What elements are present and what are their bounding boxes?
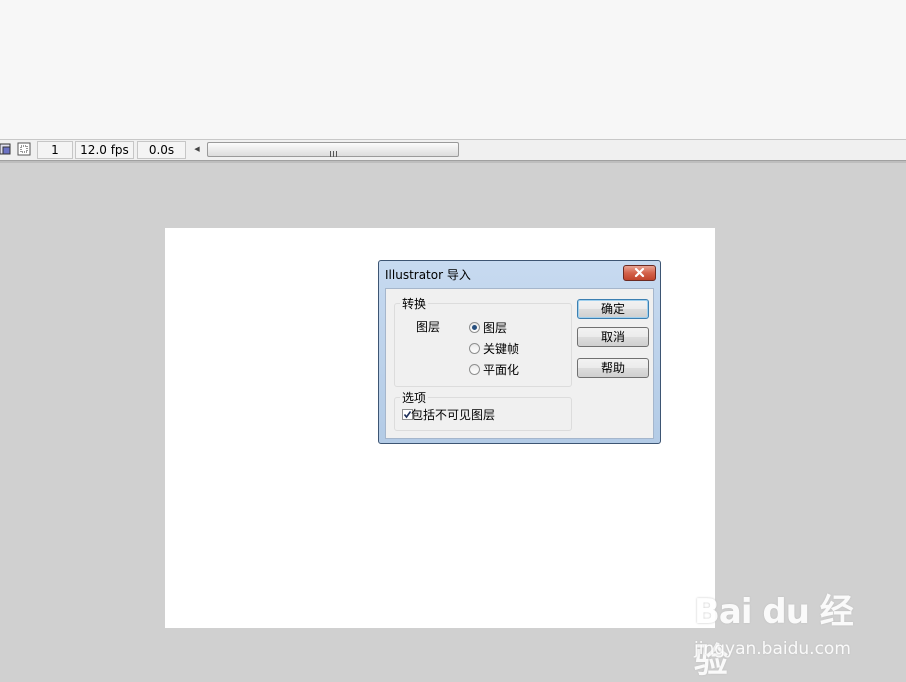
checkbox-label: 包括不可见图层 [411, 408, 496, 422]
onion-skin-icon[interactable] [0, 142, 12, 156]
frame-rate-field[interactable]: 12.0 fps [75, 141, 134, 159]
ok-button[interactable]: 确定 [577, 299, 649, 319]
watermark-url: jingyan.baidu.com [694, 639, 851, 659]
radio-button[interactable] [469, 364, 480, 375]
horizontal-scrollbar-thumb[interactable] [207, 142, 459, 157]
cancel-button[interactable]: 取消 [577, 327, 649, 347]
radio-label: 图层 [483, 321, 508, 335]
elapsed-time-field: 0.0s [137, 141, 186, 159]
baidu-jingyan-watermark: Bai du 经验 jingyan.baidu.com [694, 584, 864, 681]
help-button[interactable]: 帮助 [577, 358, 649, 378]
scrollbar-grip-icon [330, 146, 339, 160]
dialog-title-bar[interactable]: Illustrator 导入 [379, 261, 660, 285]
divider [0, 161, 906, 163]
radio-button[interactable] [469, 343, 480, 354]
edit-multiple-frames-icon[interactable] [17, 142, 31, 156]
watermark-logo: Bai du 经验 [694, 592, 854, 681]
illustrator-import-dialog: Illustrator 导入 转换 图层 图层 关键帧 平面化 选项 包括不可见… [378, 260, 661, 444]
close-icon [634, 267, 645, 278]
convert-row-label: 图层 [416, 320, 441, 334]
timeline-status-bar: 1 12.0 fps 0.0s ◀ [0, 139, 906, 161]
dialog-body: 转换 图层 图层 关键帧 平面化 选项 包括不可见图层 确定 取消 帮助 [385, 288, 654, 439]
current-frame-field: 1 [37, 141, 73, 159]
radio-button[interactable] [469, 322, 480, 333]
radio-label: 平面化 [483, 363, 520, 377]
options-group-label: 选项 [400, 389, 429, 406]
timeline-panel [0, 0, 906, 139]
dialog-title: Illustrator 导入 [385, 268, 471, 282]
scroll-left-arrow-icon[interactable]: ◀ [191, 142, 203, 156]
close-button[interactable] [623, 265, 656, 281]
radio-label: 关键帧 [483, 342, 520, 356]
convert-group-label: 转换 [400, 295, 429, 312]
